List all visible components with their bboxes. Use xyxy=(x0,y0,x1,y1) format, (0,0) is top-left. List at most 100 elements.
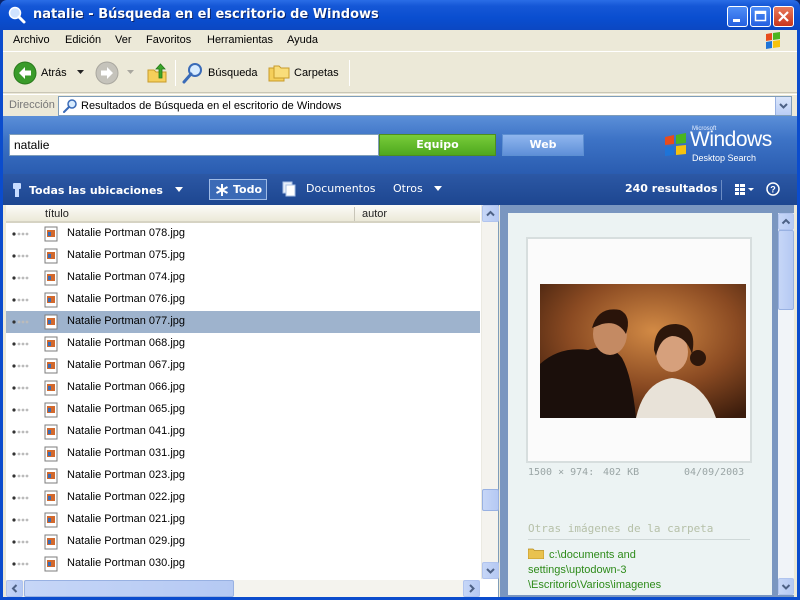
relevance-dots-icon xyxy=(12,562,29,566)
preview-scroll-up-button[interactable] xyxy=(778,213,794,230)
table-row[interactable]: Natalie Portman 076.jpg xyxy=(6,289,480,311)
search-header: natalie Equipo Web Microsoft Windows Des… xyxy=(3,116,797,174)
table-row[interactable]: Natalie Portman 075.jpg xyxy=(6,245,480,267)
logo-windows: Windows xyxy=(690,128,772,151)
scroll-left-button[interactable] xyxy=(6,580,23,597)
folder-path-line-2: settings\uptodown-3 xyxy=(528,564,627,576)
scroll-up-button[interactable] xyxy=(482,205,499,222)
results-vertical-scrollbar[interactable] xyxy=(481,205,499,579)
up-folder-button[interactable] xyxy=(145,59,169,87)
chevron-down-icon xyxy=(779,103,788,109)
relevance-dots-icon xyxy=(12,540,29,544)
menu-herramientas[interactable]: Herramientas xyxy=(207,34,273,46)
table-row[interactable]: Natalie Portman 029.jpg xyxy=(6,531,480,553)
close-icon xyxy=(778,11,789,22)
file-name: Natalie Portman 067.jpg xyxy=(67,359,186,371)
window-frame: Archivo Edición Ver Favoritos Herramient… xyxy=(0,30,800,600)
search-button[interactable]: Búsqueda xyxy=(181,59,258,87)
menu-archivo[interactable]: Archivo xyxy=(13,34,50,46)
image-file-icon xyxy=(44,424,58,440)
search-label: Búsqueda xyxy=(208,67,258,79)
relevance-dots-icon xyxy=(12,298,29,302)
chevron-left-icon xyxy=(11,584,18,593)
table-row[interactable]: Natalie Portman 065.jpg xyxy=(6,399,480,421)
help-button[interactable]: ? xyxy=(766,182,780,199)
image-file-icon xyxy=(44,468,58,484)
folder-icon xyxy=(527,548,545,560)
table-row[interactable]: Natalie Portman 023.jpg xyxy=(6,465,480,487)
horizontal-scroll-thumb[interactable] xyxy=(24,580,234,597)
title-bar: natalie - Búsqueda en el escritorio de W… xyxy=(0,0,800,30)
address-label: Dirección xyxy=(9,99,55,111)
results-horizontal-scrollbar[interactable] xyxy=(6,580,480,597)
search-computer-button[interactable]: Equipo xyxy=(379,134,496,156)
results-rows: Natalie Portman 078.jpg Natalie Portman 0… xyxy=(6,223,480,579)
table-row[interactable]: Natalie Portman 031.jpg xyxy=(6,443,480,465)
forward-dropdown[interactable] xyxy=(127,59,135,87)
filter-documents[interactable]: Documentos xyxy=(282,181,375,197)
file-name: Natalie Portman 078.jpg xyxy=(67,227,186,239)
filter-all[interactable]: Todo xyxy=(209,179,267,200)
table-row[interactable]: Natalie Portman 074.jpg xyxy=(6,267,480,289)
preview-content: 1500 × 974: 402 KB 04/09/2003 Otras imág… xyxy=(508,213,772,595)
menu-ver[interactable]: Ver xyxy=(115,34,132,46)
menu-edicion[interactable]: Edición xyxy=(65,34,101,46)
forward-button[interactable] xyxy=(95,59,119,87)
scroll-thumb[interactable] xyxy=(482,489,499,511)
preview-pane: 1500 × 974: 402 KB 04/09/2003 Otras imág… xyxy=(500,205,794,597)
file-name: Natalie Portman 065.jpg xyxy=(67,403,186,415)
folder-path-line-3: \Escritorio\Varios\imagenes xyxy=(528,579,662,591)
maximize-button[interactable] xyxy=(750,6,771,27)
table-row[interactable]: Natalie Portman 021.jpg xyxy=(6,509,480,531)
back-dropdown[interactable] xyxy=(77,59,85,87)
search-web-button[interactable]: Web xyxy=(502,134,584,156)
table-row[interactable]: Natalie Portman 066.jpg xyxy=(6,377,480,399)
table-row[interactable]: Natalie Portman 030.jpg xyxy=(6,553,480,575)
window-title: natalie - Búsqueda en el escritorio de W… xyxy=(33,7,379,22)
close-button[interactable] xyxy=(773,6,794,27)
relevance-dots-icon xyxy=(12,474,29,478)
filter-others-dropdown[interactable]: Otros xyxy=(393,182,444,195)
windows-desktop-search-logo: Microsoft Windows Desktop Search xyxy=(660,124,790,166)
back-arrow-icon xyxy=(13,61,37,85)
table-row[interactable]: Natalie Portman 068.jpg xyxy=(6,333,480,355)
column-title[interactable]: título xyxy=(45,208,69,220)
preview-scroll-thumb[interactable] xyxy=(778,230,794,310)
address-field[interactable]: Resultados de Búsqueda en el escritorio … xyxy=(58,96,792,116)
table-row[interactable]: Natalie Portman 078.jpg xyxy=(6,223,480,245)
folders-button[interactable]: Carpetas xyxy=(267,59,339,87)
minimize-button[interactable] xyxy=(727,6,748,27)
preview-scroll-down-button[interactable] xyxy=(778,578,794,595)
location-dropdown[interactable]: Todas las ubicaciones xyxy=(11,182,185,198)
search-input[interactable]: natalie xyxy=(9,134,379,156)
column-author[interactable]: autor xyxy=(362,208,387,220)
folder-path-link[interactable]: c:\documents and settings\uptodown-3 \Es… xyxy=(527,548,758,593)
back-button[interactable]: Atrás xyxy=(13,59,67,87)
desktop-search-icon xyxy=(8,6,26,24)
relevance-dots-icon xyxy=(12,452,29,456)
image-size: 402 KB xyxy=(603,467,640,478)
scroll-right-button[interactable] xyxy=(463,580,480,597)
table-row[interactable]: Natalie Portman 067.jpg xyxy=(6,355,480,377)
column-divider[interactable] xyxy=(354,207,355,221)
menu-favoritos[interactable]: Favoritos xyxy=(146,34,191,46)
table-row[interactable]: Natalie Portman 077.jpg xyxy=(6,311,480,333)
relevance-dots-icon xyxy=(12,364,29,368)
image-preview-thumbnail[interactable] xyxy=(540,284,746,418)
svg-text:?: ? xyxy=(770,185,776,195)
view-options-button[interactable] xyxy=(735,183,755,200)
toolbar-separator xyxy=(175,60,176,86)
scroll-down-button[interactable] xyxy=(482,562,499,579)
image-file-icon xyxy=(44,336,58,352)
table-row[interactable]: Natalie Portman 022.jpg xyxy=(6,487,480,509)
menu-ayuda[interactable]: Ayuda xyxy=(287,34,318,46)
folders-icon xyxy=(268,65,290,82)
address-dropdown-button[interactable] xyxy=(775,97,791,115)
preview-scrollbar[interactable] xyxy=(778,213,794,595)
dropdown-arrow-icon xyxy=(127,70,134,74)
image-file-icon xyxy=(44,358,58,374)
results-list-pane: título autor Natalie Portman 078.jpg Nata… xyxy=(6,205,499,597)
file-name: Natalie Portman 066.jpg xyxy=(67,381,186,393)
dropdown-arrow-icon xyxy=(434,186,443,191)
table-row[interactable]: Natalie Portman 041.jpg xyxy=(6,421,480,443)
